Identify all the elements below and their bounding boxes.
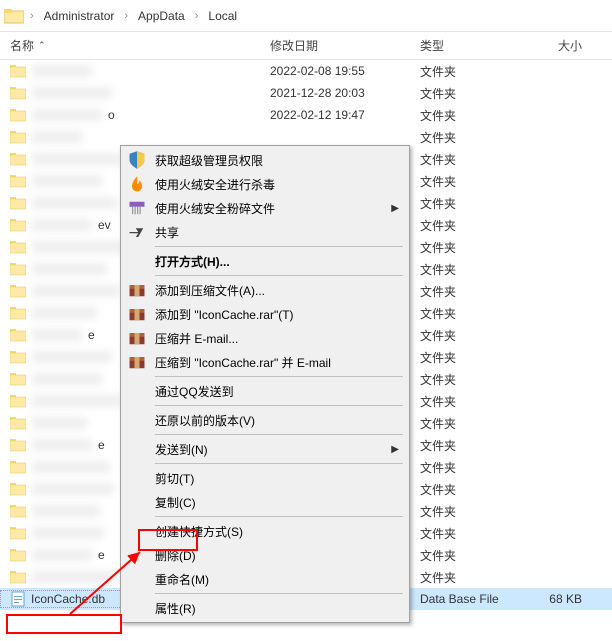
menu-item-label: 属性(R) xyxy=(155,600,399,617)
breadcrumb-item[interactable]: AppData xyxy=(134,7,189,25)
menu-separator xyxy=(155,434,403,435)
menu-item-delete[interactable]: 删除(D) xyxy=(123,543,407,567)
menu-item-label: 使用火绒安全进行杀毒 xyxy=(155,176,399,193)
chevron-right-icon: › xyxy=(189,10,205,22)
submenu-arrow-icon: ▶ xyxy=(391,203,399,214)
menu-separator xyxy=(155,516,403,517)
menu-item-label: 压缩并 E-mail... xyxy=(155,330,399,347)
menu-item-rar-add[interactable]: 添加到压缩文件(A)... xyxy=(123,278,407,302)
menu-item-label: 复制(C) xyxy=(155,494,399,511)
col-date-header[interactable]: 修改日期 xyxy=(270,37,420,54)
blank-icon xyxy=(127,251,147,271)
menu-item-shred[interactable]: 使用火绒安全粉碎文件▶ xyxy=(123,196,407,220)
menu-item-sendto[interactable]: 发送到(N)▶ xyxy=(123,437,407,461)
menu-item-label: 重命名(M) xyxy=(155,571,399,588)
menu-item-label: 删除(D) xyxy=(155,547,399,564)
blank-icon xyxy=(127,598,147,618)
blank-icon xyxy=(127,521,147,541)
menu-item-openwith[interactable]: 打开方式(H)... xyxy=(123,249,407,273)
folder-icon xyxy=(4,8,24,24)
menu-item-label: 添加到 "IconCache.rar"(T) xyxy=(155,306,399,323)
breadcrumb[interactable]: › Administrator › AppData › Local xyxy=(0,0,612,32)
menu-item-label: 通过QQ发送到 xyxy=(155,383,399,400)
menu-separator xyxy=(155,376,403,377)
menu-item-qq[interactable]: 通过QQ发送到 xyxy=(123,379,407,403)
blank-icon xyxy=(127,468,147,488)
blank-icon xyxy=(127,569,147,589)
menu-item-copy[interactable]: 复制(C) xyxy=(123,490,407,514)
menu-item-rar-emailto[interactable]: 压缩到 "IconCache.rar" 并 E-mail xyxy=(123,350,407,374)
menu-item-share[interactable]: 共享 xyxy=(123,220,407,244)
menu-separator xyxy=(155,405,403,406)
rar-icon xyxy=(127,280,147,300)
menu-item-cut[interactable]: 剪切(T) xyxy=(123,466,407,490)
menu-separator xyxy=(155,463,403,464)
menu-item-label: 压缩到 "IconCache.rar" 并 E-mail xyxy=(155,354,399,371)
menu-item-av[interactable]: 使用火绒安全进行杀毒 xyxy=(123,172,407,196)
menu-separator xyxy=(155,275,403,276)
menu-item-rar-addto[interactable]: 添加到 "IconCache.rar"(T) xyxy=(123,302,407,326)
rar-icon xyxy=(127,304,147,324)
menu-item-label: 还原以前的版本(V) xyxy=(155,412,399,429)
rar-icon xyxy=(127,328,147,348)
blank-icon xyxy=(127,492,147,512)
annotation-highlight-file xyxy=(6,614,122,634)
share-icon xyxy=(127,222,147,242)
breadcrumb-item[interactable]: Administrator xyxy=(40,7,119,25)
blank-icon xyxy=(127,381,147,401)
menu-item-label: 创建快捷方式(S) xyxy=(155,523,399,540)
col-name-label: 名称 xyxy=(10,37,34,54)
menu-separator xyxy=(155,593,403,594)
menu-item-shortcut[interactable]: 创建快捷方式(S) xyxy=(123,519,407,543)
huorong-icon xyxy=(127,174,147,194)
rar-icon xyxy=(127,352,147,372)
col-name-header[interactable]: 名称 ⌃ xyxy=(0,37,270,54)
shred-icon xyxy=(127,198,147,218)
menu-item-label: 获取超级管理员权限 xyxy=(155,152,399,169)
chevron-right-icon: › xyxy=(118,10,134,22)
folder-row[interactable]: o2022-02-12 19:47文件夹 xyxy=(0,104,612,126)
file-name: IconCache.db xyxy=(31,592,105,606)
menu-item-prev[interactable]: 还原以前的版本(V) xyxy=(123,408,407,432)
context-menu: 获取超级管理员权限使用火绒安全进行杀毒使用火绒安全粉碎文件▶共享打开方式(H).… xyxy=(120,145,410,623)
menu-item-label: 剪切(T) xyxy=(155,470,399,487)
menu-item-label: 发送到(N) xyxy=(155,441,391,458)
menu-item-label: 使用火绒安全粉碎文件 xyxy=(155,200,391,217)
menu-item-label: 添加到压缩文件(A)... xyxy=(155,282,399,299)
breadcrumb-item[interactable]: Local xyxy=(204,7,241,25)
shield-icon xyxy=(127,150,147,170)
menu-item-rar-email[interactable]: 压缩并 E-mail... xyxy=(123,326,407,350)
folder-row[interactable]: 2021-12-28 20:03文件夹 xyxy=(0,82,612,104)
blank-icon xyxy=(127,410,147,430)
col-type-header[interactable]: 类型 xyxy=(420,37,520,54)
menu-item-admin[interactable]: 获取超级管理员权限 xyxy=(123,148,407,172)
menu-item-props[interactable]: 属性(R) xyxy=(123,596,407,620)
sort-icon: ⌃ xyxy=(38,40,46,51)
col-size-header[interactable]: 大小 xyxy=(520,37,590,54)
menu-item-label: 打开方式(H)... xyxy=(155,253,399,270)
menu-item-rename[interactable]: 重命名(M) xyxy=(123,567,407,591)
folder-row[interactable]: 2022-02-08 19:55文件夹 xyxy=(0,60,612,82)
blank-icon xyxy=(127,545,147,565)
menu-item-label: 共享 xyxy=(155,224,399,241)
submenu-arrow-icon: ▶ xyxy=(391,444,399,455)
menu-separator xyxy=(155,246,403,247)
blank-icon xyxy=(127,439,147,459)
chevron-right-icon: › xyxy=(24,10,40,22)
column-headers: 名称 ⌃ 修改日期 类型 大小 xyxy=(0,32,612,60)
